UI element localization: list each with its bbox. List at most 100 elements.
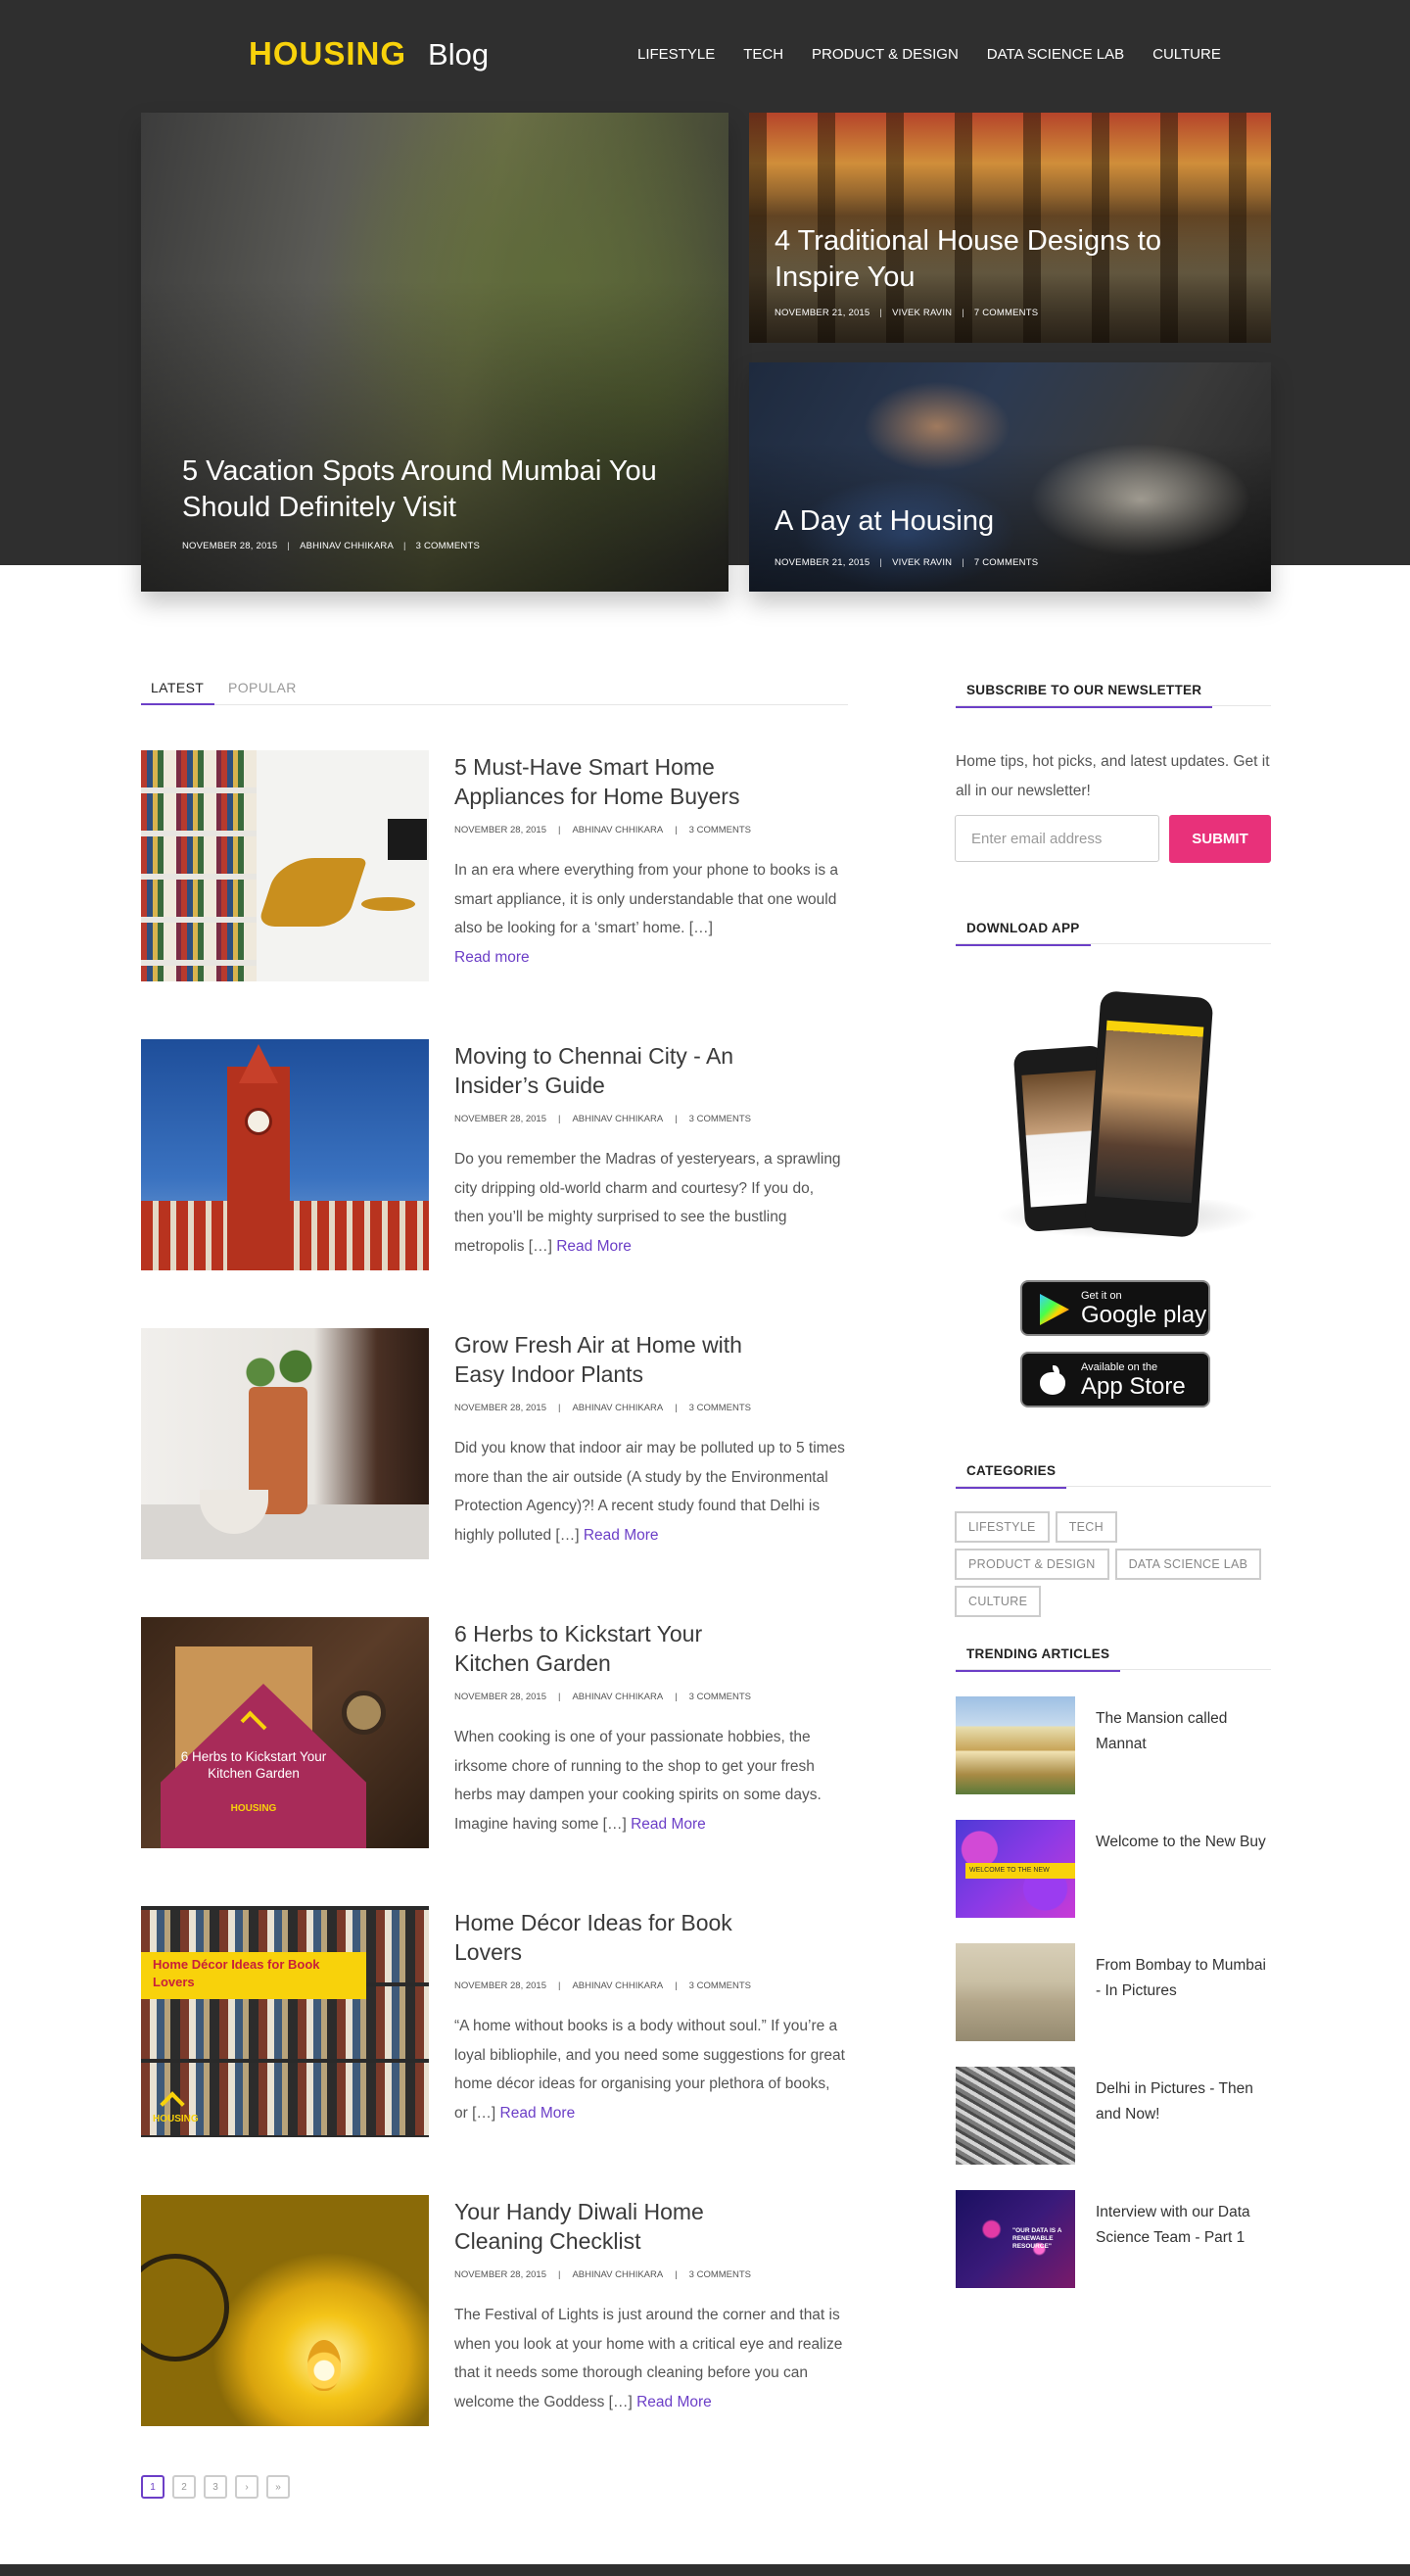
nav-product-design[interactable]: PRODUCT & DESIGN <box>812 46 959 63</box>
app-store-button[interactable]: Available on the App Store <box>1020 1352 1210 1407</box>
post-thumbnail[interactable] <box>141 750 429 981</box>
thumbnail-brand: HOUSING <box>230 1803 277 1814</box>
trending-article-title[interactable]: The Mansion called Mannat <box>1096 1706 1272 1757</box>
trending-article-title[interactable]: Welcome to the New Buy <box>1096 1830 1272 1855</box>
category-tag-data-science-lab[interactable]: DATA SCIENCE LAB <box>1114 1549 1262 1580</box>
hero-date: NOVEMBER 28, 2015 <box>182 541 278 551</box>
newsletter-submit-button[interactable]: SUBMIT <box>1169 815 1271 863</box>
trending-title: TRENDING ARTICLES <box>956 1646 1121 1672</box>
logo-blog: Blog <box>428 37 490 72</box>
category-tag-product-design[interactable]: PRODUCT & DESIGN <box>955 1549 1109 1580</box>
post-comments[interactable]: 3 COMMENTS <box>689 825 751 835</box>
read-more-link[interactable]: Read More <box>636 2394 712 2410</box>
post-title[interactable]: 5 Must-Have Smart Home Appliances for Ho… <box>454 752 777 811</box>
post-comments[interactable]: 3 COMMENTS <box>689 1403 751 1413</box>
page-2-button[interactable]: 2 <box>172 2475 196 2499</box>
post-author[interactable]: ABHINAV CHHIKARA <box>572 825 663 835</box>
hero-post-day-at-housing[interactable]: A Day at Housing NOVEMBER 21, 2015 | VIVE… <box>749 362 1271 592</box>
clock-tower-shape <box>227 1067 290 1270</box>
hero-date: NOVEMBER 21, 2015 <box>775 308 870 318</box>
post-comments[interactable]: 3 COMMENTS <box>689 1692 751 1702</box>
post-excerpt: When cooking is one of your passionate h… <box>454 1723 846 1838</box>
post-author[interactable]: ABHINAV CHHIKARA <box>572 1980 663 1991</box>
post-date: NOVEMBER 28, 2015 <box>454 1980 546 1991</box>
trending-thumbnail <box>956 1943 1075 2041</box>
post-thumbnail[interactable]: Home Décor Ideas for Book Lovers HOUSING <box>141 1906 429 2137</box>
hero-author[interactable]: VIVEK RAVIN <box>892 308 952 318</box>
last-page-button[interactable]: » <box>266 2475 290 2499</box>
next-page-button[interactable]: › <box>235 2475 258 2499</box>
tab-popular[interactable]: POPULAR <box>228 680 297 703</box>
hero-comments[interactable]: 7 COMMENTS <box>974 308 1038 318</box>
logo-housing: HOUSING <box>249 35 407 72</box>
page-1-button[interactable]: 1 <box>141 2475 164 2499</box>
app-store-big-label: App Store <box>1081 1373 1186 1400</box>
post-title[interactable]: 6 Herbs to Kickstart Your Kitchen Garden <box>454 1619 777 1678</box>
nav-tech[interactable]: TECH <box>743 46 783 63</box>
post-thumbnail[interactable] <box>141 2195 429 2426</box>
post-comments[interactable]: 3 COMMENTS <box>689 2269 751 2280</box>
hero-author[interactable]: ABHINAV CHHIKARA <box>300 541 394 551</box>
google-play-button[interactable]: Get it on Google play <box>1020 1280 1210 1336</box>
post-thumbnail[interactable] <box>141 1039 429 1270</box>
post-author[interactable]: ABHINAV CHHIKARA <box>572 2269 663 2280</box>
post-comments[interactable]: 3 COMMENTS <box>689 1114 751 1124</box>
read-more-link[interactable]: Read More <box>500 2105 576 2122</box>
download-app-widget-header: DOWNLOAD APP <box>956 918 1271 946</box>
phone-back-shape <box>1084 990 1214 1238</box>
bookshelf-shape <box>141 750 257 981</box>
trending-article-title[interactable]: From Bombay to Mumbai - In Pictures <box>1096 1953 1272 2004</box>
trending-article-title[interactable]: Interview with our Data Science Team - P… <box>1096 2200 1272 2251</box>
post-author[interactable]: ABHINAV CHHIKARA <box>572 1114 663 1124</box>
site-logo[interactable]: HOUSING Blog <box>249 35 489 72</box>
hero-title[interactable]: A Day at Housing <box>775 503 1215 540</box>
newsletter-email-input[interactable] <box>955 815 1159 862</box>
hero-meta: NOVEMBER 28, 2015 | ABHINAV CHHIKARA | 3 C… <box>182 541 481 551</box>
hero-post-traditional-houses[interactable]: 4 Traditional House Designs to Inspire Y… <box>749 113 1271 343</box>
trending-thumbnail: "OUR DATA IS A RENEWABLE RESOURCE" <box>956 2190 1075 2288</box>
trending-article[interactable]: The Mansion called Mannat <box>956 1696 1271 1794</box>
read-more-link[interactable]: Read More <box>584 1527 659 1544</box>
trending-article[interactable]: Delhi in Pictures - Then and Now! <box>956 2067 1271 2165</box>
nav-culture[interactable]: CULTURE <box>1152 46 1221 63</box>
post-excerpt: “A home without books is a body without … <box>454 2012 846 2127</box>
read-more-link[interactable]: Read More <box>631 1816 706 1833</box>
apple-icon <box>1040 1365 1065 1395</box>
hero-title[interactable]: 5 Vacation Spots Around Mumbai You Shoul… <box>182 453 672 526</box>
post-comments[interactable]: 3 COMMENTS <box>689 1980 751 1991</box>
plant-leaves-shape <box>234 1343 322 1402</box>
hero-date: NOVEMBER 21, 2015 <box>775 557 870 568</box>
read-more-link[interactable]: Read more <box>454 949 530 966</box>
post-thumbnail[interactable] <box>141 1328 429 1559</box>
hero-featured-post[interactable]: 5 Vacation Spots Around Mumbai You Shoul… <box>141 113 728 592</box>
category-tag-culture[interactable]: CULTURE <box>955 1586 1042 1617</box>
hero-title[interactable]: 4 Traditional House Designs to Inspire Y… <box>775 223 1215 296</box>
read-more-link[interactable]: Read More <box>556 1238 632 1255</box>
nav-lifestyle[interactable]: LIFESTYLE <box>637 46 715 63</box>
page-3-button[interactable]: 3 <box>204 2475 227 2499</box>
newsletter-widget-header: SUBSCRIBE TO OUR NEWSLETTER <box>956 680 1271 708</box>
post-title[interactable]: Your Handy Diwali Home Cleaning Checklis… <box>454 2197 777 2256</box>
hero-author[interactable]: VIVEK RAVIN <box>892 557 952 568</box>
nav-data-science-lab[interactable]: DATA SCIENCE LAB <box>987 46 1124 63</box>
hero-comments[interactable]: 7 COMMENTS <box>974 557 1038 568</box>
post-card: Home Décor Ideas for Book Lovers HOUSING… <box>141 1906 848 2137</box>
post-author[interactable]: ABHINAV CHHIKARA <box>572 1692 663 1702</box>
thumbnail-brand: HOUSING <box>153 2114 199 2124</box>
post-title[interactable]: Home Décor Ideas for Book Lovers <box>454 1908 777 1967</box>
tab-latest[interactable]: LATEST <box>141 680 215 705</box>
trending-article-title[interactable]: Delhi in Pictures - Then and Now! <box>1096 2076 1272 2127</box>
post-author[interactable]: ABHINAV CHHIKARA <box>572 1403 663 1413</box>
post-thumbnail[interactable]: 6 Herbs to Kickstart Your Kitchen Garden… <box>141 1617 429 1848</box>
category-tag-lifestyle[interactable]: LIFESTYLE <box>955 1511 1050 1543</box>
post-title[interactable]: Grow Fresh Air at Home with Easy Indoor … <box>454 1330 777 1389</box>
post-title[interactable]: Moving to Chennai City - An Insider’s Gu… <box>454 1041 777 1100</box>
trending-article[interactable]: WELCOME TO THE NEW Welcome to the New Bu… <box>956 1820 1271 1918</box>
post-excerpt-text: In an era where everything from your pho… <box>454 862 839 936</box>
download-app-title: DOWNLOAD APP <box>956 921 1091 946</box>
hero-comments[interactable]: 3 COMMENTS <box>416 541 480 551</box>
post-date: NOVEMBER 28, 2015 <box>454 825 546 835</box>
trending-article[interactable]: "OUR DATA IS A RENEWABLE RESOURCE" Inter… <box>956 2190 1271 2288</box>
trending-article[interactable]: From Bombay to Mumbai - In Pictures <box>956 1943 1271 2041</box>
category-tag-tech[interactable]: TECH <box>1055 1511 1117 1543</box>
